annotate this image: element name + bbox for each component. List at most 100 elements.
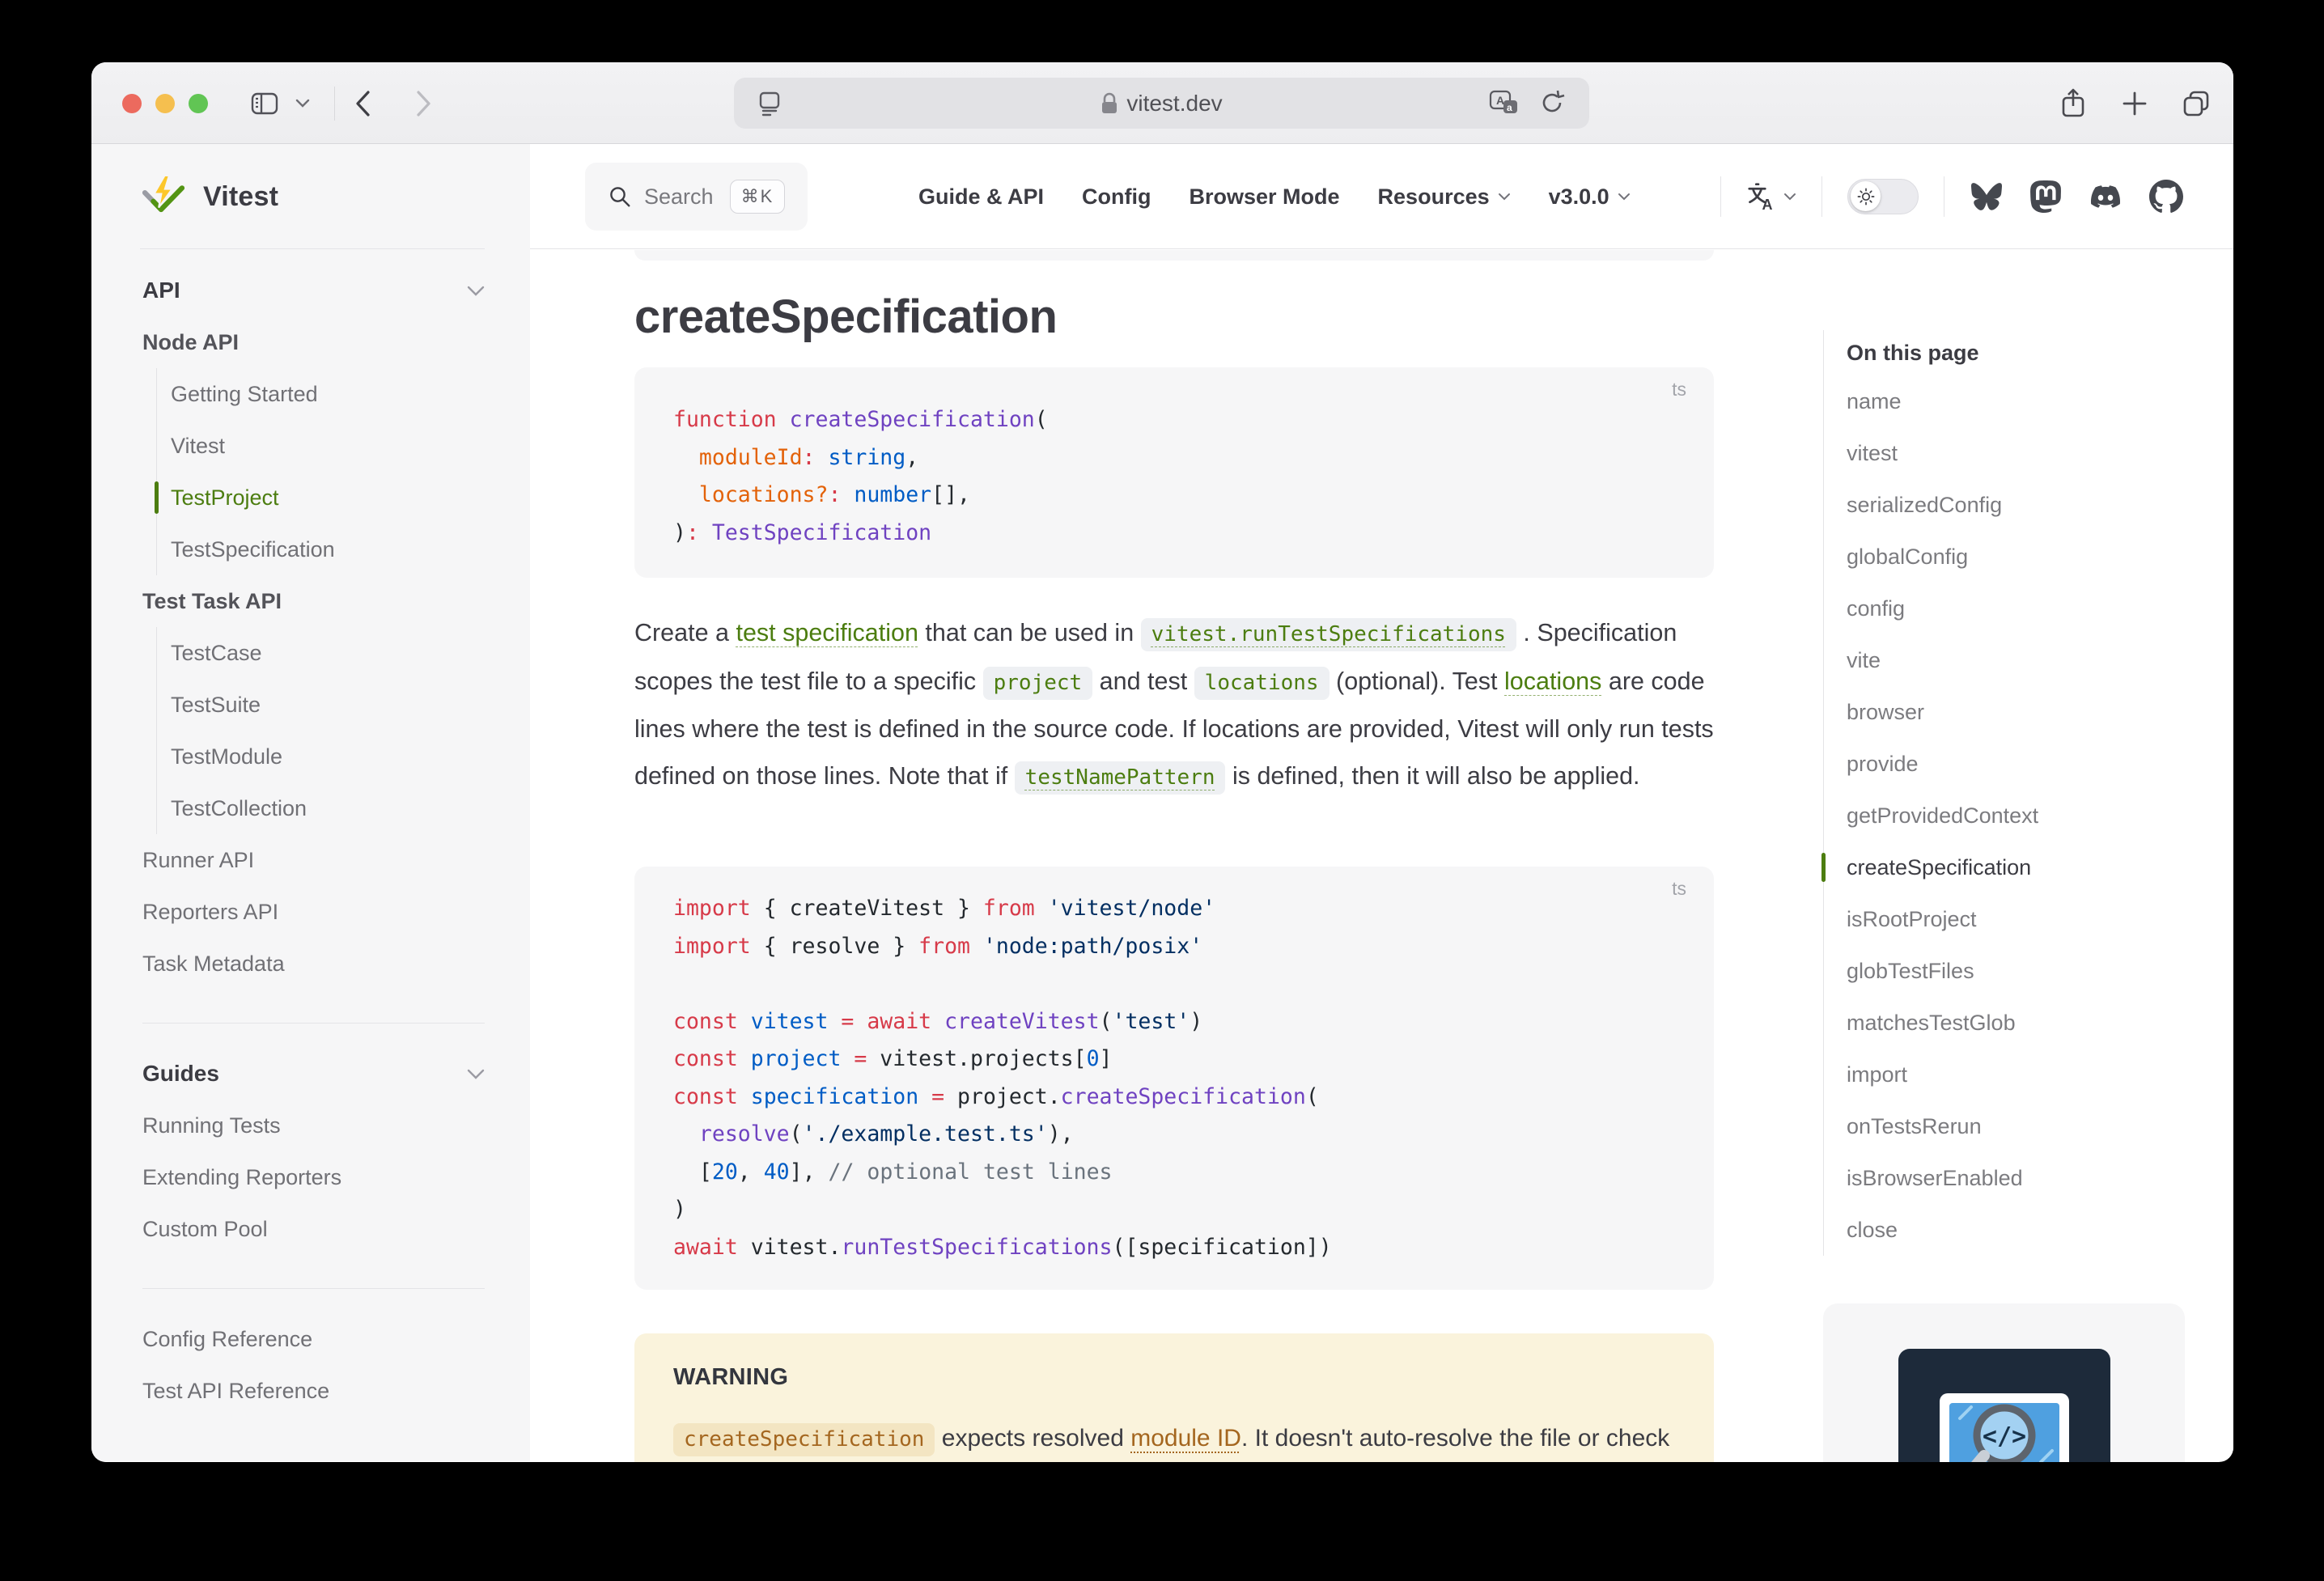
theme-toggle[interactable] (1847, 179, 1919, 214)
sidebar-toggle-button[interactable] (250, 62, 279, 144)
plus-icon (2121, 90, 2148, 117)
sidebar-divider (142, 1023, 485, 1024)
sidebar-item-testcase[interactable]: TestCase (157, 627, 485, 679)
outline-link-vitest[interactable]: vitest (1847, 427, 2185, 479)
traffic-lights (122, 94, 208, 113)
sidebar-item-test-task-api[interactable]: Test Task API (142, 575, 485, 627)
chevron-down-icon (1618, 193, 1631, 201)
sidebar-item-runner-api[interactable]: Runner API (142, 834, 485, 886)
outline-link-import[interactable]: import (1847, 1049, 2185, 1100)
nav-resources[interactable]: Resources (1378, 184, 1511, 210)
discord-icon[interactable] (2088, 182, 2123, 211)
sidebar-item-test-api-reference[interactable]: Test API Reference (142, 1365, 485, 1417)
code-line: const project = vitest.projects[0] (673, 1041, 1675, 1079)
outline-link-globalconfig[interactable]: globalConfig (1847, 531, 2185, 583)
sidebar-item-label: API (142, 278, 180, 303)
inline-code: createSpecification (673, 1423, 935, 1456)
inline-code-link[interactable]: testNamePattern (1015, 761, 1226, 795)
sponsor-ad-card[interactable]: </> (1823, 1303, 2185, 1462)
previous-code-block-partial (634, 250, 1714, 261)
mastodon-icon[interactable] (2029, 180, 2062, 214)
search-shortcut: ⌘K (730, 180, 786, 214)
back-button[interactable] (352, 62, 373, 144)
sidebar-item-running-tests[interactable]: Running Tests (142, 1100, 485, 1151)
sidebar-item-api[interactable]: API (142, 265, 485, 316)
sidebar-item-node-api[interactable]: Node API (142, 316, 485, 368)
reload-button[interactable] (1539, 89, 1565, 121)
code-line: ): TestSpecification (673, 515, 1675, 553)
text-link[interactable]: test specification (736, 619, 918, 646)
text-link[interactable]: locations (1504, 668, 1601, 695)
language-icon: A (1746, 182, 1775, 211)
nav-label: Browser Mode (1190, 184, 1340, 210)
ad-illustration: </> (1898, 1349, 2110, 1462)
toolbar-separator (334, 87, 335, 121)
text-link[interactable]: module ID (1130, 1425, 1241, 1452)
sidebar-item-custom-pool[interactable]: Custom Pool (142, 1203, 485, 1255)
sun-icon (1857, 188, 1875, 206)
new-tab-button[interactable] (2121, 62, 2148, 144)
language-menu[interactable]: A (1746, 182, 1796, 211)
header-separator (1821, 176, 1822, 217)
outline-link-close[interactable]: close (1847, 1204, 2185, 1256)
outline-link-browser[interactable]: browser (1847, 686, 2185, 738)
minimize-window-button[interactable] (155, 94, 175, 113)
zoom-window-button[interactable] (189, 94, 208, 113)
address-bar[interactable]: vitest.dev A a (734, 78, 1589, 129)
sidebar-nav: API Node APIGetting StartedVitestTestProj… (91, 249, 530, 1417)
code-block-signature: ts function createSpecification( moduleI… (634, 367, 1714, 578)
sidebar-item-testsuite[interactable]: TestSuite (157, 679, 485, 731)
outline-link-createspecification[interactable]: createSpecification (1847, 841, 2185, 893)
tab-group-dropdown[interactable] (295, 62, 310, 144)
code-line: import { resolve } from 'node:path/posix… (673, 928, 1675, 966)
sidebar-item-extending-reporters[interactable]: Extending Reporters (142, 1151, 485, 1203)
search-button[interactable]: Search ⌘K (585, 163, 808, 231)
inline-code-link[interactable]: vitest.runTestSpecifications (1141, 618, 1516, 651)
outline-link-name[interactable]: name (1847, 375, 2185, 427)
sidebar-item-label: Guides (142, 1061, 219, 1087)
code-line: import { createVitest } from 'vitest/nod… (673, 890, 1675, 928)
sidebar-item-label: Runner API (142, 848, 254, 873)
nav-guide-api[interactable]: Guide & API (918, 184, 1044, 210)
nav-v3-0-0[interactable]: v3.0.0 (1549, 184, 1631, 210)
outline-link-getprovidedcontext[interactable]: getProvidedContext (1847, 790, 2185, 841)
sidebar-item-reporters-api[interactable]: Reporters API (142, 886, 485, 938)
forward-button[interactable] (413, 62, 435, 144)
nav-config[interactable]: Config (1082, 184, 1151, 210)
sidebar-item-testproject[interactable]: TestProject (157, 472, 485, 523)
nav-label: Config (1082, 184, 1151, 210)
translate-button[interactable]: A a (1489, 89, 1521, 121)
outline-link-globtestfiles[interactable]: globTestFiles (1847, 945, 2185, 997)
chevron-down-icon (295, 99, 310, 108)
sidebar-item-testspecification[interactable]: TestSpecification (157, 523, 485, 575)
sidebar-item-task-metadata[interactable]: Task Metadata (142, 938, 485, 990)
github-icon[interactable] (2149, 180, 2183, 214)
sidebar-item-config-reference[interactable]: Config Reference (142, 1313, 485, 1365)
bluesky-icon[interactable] (1970, 181, 2004, 212)
sidebar-item-getting-started[interactable]: Getting Started (157, 368, 485, 420)
back-chevron-icon (352, 87, 373, 120)
sidebar-item-testmodule[interactable]: TestModule (157, 731, 485, 782)
outline-link-matchestestglob[interactable]: matchesTestGlob (1847, 997, 2185, 1049)
tab-overview-button[interactable] (2181, 62, 2212, 144)
outline-link-serializedconfig[interactable]: serializedConfig (1847, 479, 2185, 531)
nav-browser-mode[interactable]: Browser Mode (1190, 184, 1340, 210)
outline-link-config[interactable]: config (1847, 583, 2185, 634)
outline-link-isbrowserenabled[interactable]: isBrowserEnabled (1847, 1152, 2185, 1204)
sidebar-item-label: Running Tests (142, 1113, 281, 1138)
forward-chevron-icon (413, 87, 435, 120)
share-button[interactable] (2059, 62, 2087, 144)
outline-link-ontestsrerun[interactable]: onTestsRerun (1847, 1100, 2185, 1152)
sidebar-item-guides[interactable]: Guides (142, 1048, 485, 1100)
code-line: resolve('./example.test.ts'), (673, 1116, 1675, 1154)
outline-link-isrootproject[interactable]: isRootProject (1847, 893, 2185, 945)
main-area: Search ⌘K Guide & API Config Browser Mode R… (530, 144, 2233, 1461)
code-line: const vitest = await createVitest('test'… (673, 1003, 1675, 1041)
sidebar-item-vitest[interactable]: Vitest (157, 420, 485, 472)
close-window-button[interactable] (122, 94, 142, 113)
outline-link-vite[interactable]: vite (1847, 634, 2185, 686)
outline-link-provide[interactable]: provide (1847, 738, 2185, 790)
reader-icon[interactable] (757, 90, 782, 121)
sidebar-item-testcollection[interactable]: TestCollection (157, 782, 485, 834)
site-logo[interactable]: Vitest (91, 144, 530, 249)
